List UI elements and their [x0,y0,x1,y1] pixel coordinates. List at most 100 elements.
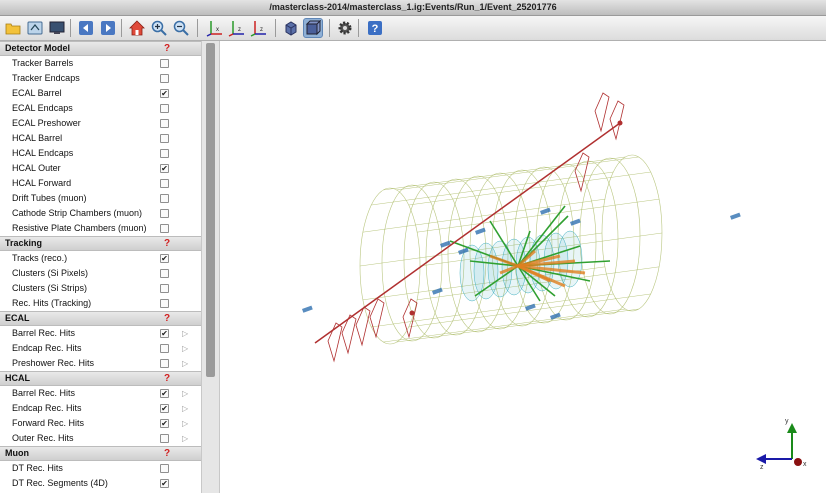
layer-visibility-checkbox[interactable]: ✔ [160,89,169,98]
layer-label: Resistive Plate Chambers (muon) [12,223,147,233]
section-header[interactable]: Muon? [0,446,201,461]
layer-visibility-checkbox[interactable] [160,134,169,143]
detector-wireframe-ring [579,157,641,315]
layer-row[interactable]: Barrel Rec. Hits ✔ ▷ [0,326,201,341]
layer-row[interactable]: Clusters (Si Strips) [0,281,201,296]
zoom-out-icon [173,20,189,36]
muon-chamber [402,298,418,339]
layer-visibility-checkbox[interactable] [160,119,169,128]
layer-row[interactable]: Endcap Rec. Hits ▷ [0,341,201,356]
layer-visibility-checkbox[interactable] [160,434,169,443]
previous-event-button[interactable] [76,18,96,38]
help-icon[interactable]: ? [164,372,170,385]
scrollbar-thumb[interactable] [206,43,215,377]
layer-row[interactable]: ECAL Barrel ✔ [0,86,201,101]
svg-text:?: ? [372,23,379,35]
layer-row[interactable]: HCAL Endcaps [0,146,201,161]
layer-row[interactable]: HCAL Outer ✔ [0,161,201,176]
layer-visibility-checkbox[interactable] [160,344,169,353]
event-display-viewer[interactable]: y x z [220,41,826,493]
layer-row[interactable]: Cathode Strip Chambers (muon) [0,206,201,221]
help-icon[interactable]: ? [164,237,170,250]
layer-row[interactable]: Clusters (Si Pixels) [0,266,201,281]
detector-wireframe-ring [601,154,663,312]
section-header[interactable]: Tracking? [0,236,201,251]
settings-button[interactable] [335,18,355,38]
layer-visibility-checkbox[interactable] [160,59,169,68]
view-yz-button[interactable]: z [227,18,247,38]
orthographic-button[interactable] [303,18,323,38]
layer-visibility-checkbox[interactable] [160,74,169,83]
toolbar: x z z? [0,16,826,41]
sidebar-scrollbar[interactable] [201,41,220,493]
layer-row[interactable]: ECAL Preshower [0,116,201,131]
layer-visibility-checkbox[interactable]: ✔ [160,404,169,413]
gear-icon [337,20,353,36]
layer-row[interactable]: Tracker Barrels [0,56,201,71]
section-header[interactable]: HCAL? [0,371,201,386]
layer-visibility-checkbox[interactable]: ✔ [160,419,169,428]
layer-row[interactable]: Outer Rec. Hits ▷ [0,431,201,446]
expand-arrow-icon[interactable]: ▷ [182,356,188,371]
help-button[interactable]: ? [365,18,385,38]
open-file-button[interactable] [3,18,23,38]
layer-row[interactable]: HCAL Barrel [0,131,201,146]
perspective-button[interactable] [281,18,301,38]
event-display-canvas[interactable]: y x z [220,41,826,493]
svg-text:z: z [260,27,263,33]
screenshot-button[interactable] [47,18,67,38]
layer-label: Cathode Strip Chambers (muon) [12,208,143,218]
layer-visibility-checkbox[interactable] [160,224,169,233]
toolbar-separator [70,19,71,37]
layer-row[interactable]: Resistive Plate Chambers (muon) [0,221,201,236]
layer-row[interactable]: Drift Tubes (muon) [0,191,201,206]
layer-visibility-checkbox[interactable]: ✔ [160,164,169,173]
layer-row[interactable]: HCAL Forward [0,176,201,191]
view-yx-button[interactable]: x [205,18,225,38]
layer-visibility-checkbox[interactable] [160,179,169,188]
expand-arrow-icon[interactable]: ▷ [182,326,188,341]
layer-visibility-checkbox[interactable] [160,149,169,158]
expand-arrow-icon[interactable]: ▷ [182,386,188,401]
layer-visibility-checkbox[interactable] [160,194,169,203]
expand-arrow-icon[interactable]: ▷ [182,416,188,431]
zoom-in-button[interactable] [149,18,169,38]
open-web-button[interactable] [25,18,45,38]
layer-row[interactable]: Barrel Rec. Hits ✔ ▷ [0,386,201,401]
layer-visibility-checkbox[interactable] [160,269,169,278]
muon-chamber [609,100,625,141]
layer-row[interactable]: ECAL Endcaps [0,101,201,116]
home-view-button[interactable] [127,18,147,38]
layer-visibility-checkbox[interactable] [160,464,169,473]
next-event-button[interactable] [98,18,118,38]
expand-arrow-icon[interactable]: ▷ [182,431,188,446]
layer-row[interactable]: Tracks (reco.) ✔ [0,251,201,266]
layer-visibility-checkbox[interactable] [160,104,169,113]
layer-row[interactable]: Preshower Rec. Hits ▷ [0,356,201,371]
zoom-out-button[interactable] [171,18,191,38]
layer-visibility-checkbox[interactable] [160,299,169,308]
layer-row[interactable]: Endcap Rec. Hits ✔ ▷ [0,401,201,416]
layer-visibility-checkbox[interactable]: ✔ [160,254,169,263]
layer-visibility-checkbox[interactable] [160,209,169,218]
layer-visibility-checkbox[interactable] [160,284,169,293]
muon-chamber [341,314,357,355]
layer-visibility-checkbox[interactable]: ✔ [160,389,169,398]
help-icon[interactable]: ? [164,312,170,325]
layer-row[interactable]: Forward Rec. Hits ✔ ▷ [0,416,201,431]
view-xz-button[interactable]: z [249,18,269,38]
layer-visibility-checkbox[interactable] [160,359,169,368]
layer-visibility-checkbox[interactable]: ✔ [160,329,169,338]
help-icon[interactable]: ? [164,42,170,55]
layer-row[interactable]: Tracker Endcaps [0,71,201,86]
layer-row[interactable]: Rec. Hits (Tracking) [0,296,201,311]
help-icon[interactable]: ? [164,447,170,460]
layer-visibility-checkbox[interactable]: ✔ [160,479,169,488]
expand-arrow-icon[interactable]: ▷ [182,341,188,356]
layer-row[interactable]: DT Rec. Hits [0,461,201,476]
section-header[interactable]: ECAL? [0,311,201,326]
expand-arrow-icon[interactable]: ▷ [182,401,188,416]
layer-label: Barrel Rec. Hits [12,328,76,338]
section-header[interactable]: Detector Model? [0,41,201,56]
layer-row[interactable]: DT Rec. Segments (4D) ✔ [0,476,201,491]
